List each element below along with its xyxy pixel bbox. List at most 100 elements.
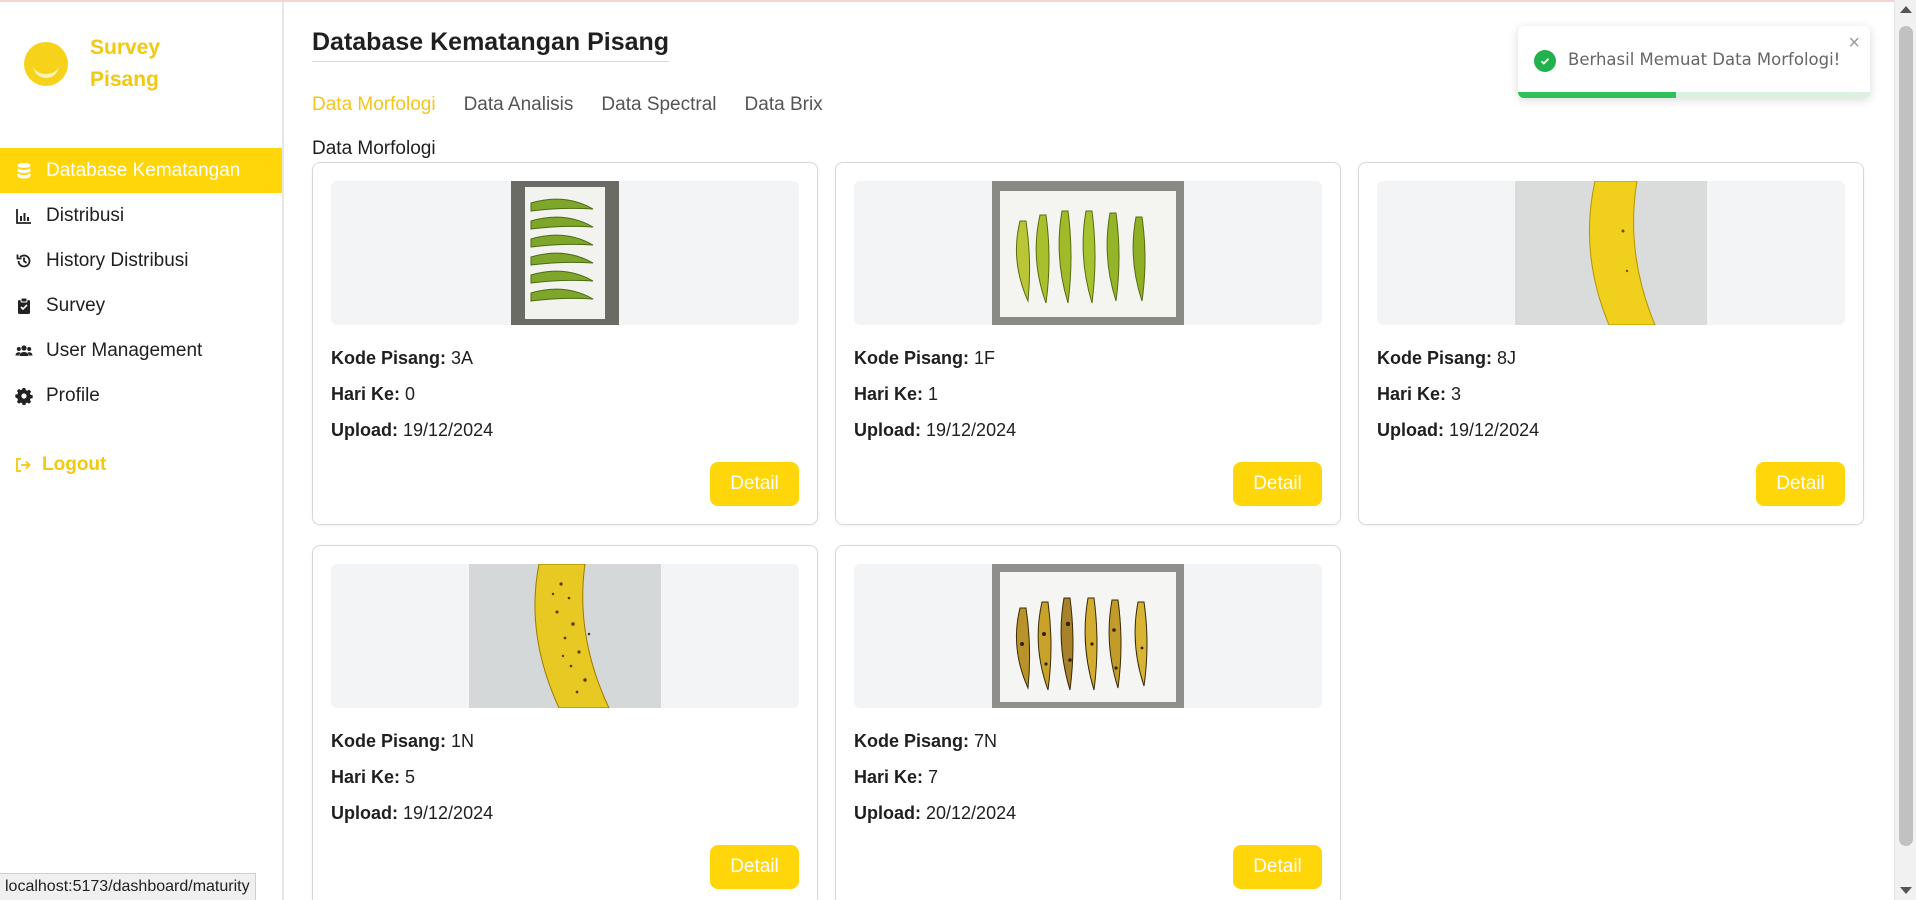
section-title: Data Morfologi: [312, 138, 436, 159]
banana-photo[interactable]: [469, 564, 661, 708]
detail-button[interactable]: Detail: [1233, 462, 1322, 506]
upload-row: Upload: 19/12/2024: [1377, 419, 1539, 455]
sidebar-item-distribusi[interactable]: Distribusi: [0, 193, 282, 238]
check-circle-icon: [1534, 50, 1556, 72]
sidebar-item-database-kematangan[interactable]: Database Kematangan: [0, 148, 282, 193]
card-image-container: [1377, 181, 1845, 325]
brand-line-2: Pisang: [90, 68, 159, 91]
card-image-container: [854, 181, 1322, 325]
hari-value: 7: [928, 767, 939, 787]
banana-card: Kode Pisang: 1F Hari Ke: 1 Upload: 19/12…: [835, 162, 1341, 525]
upload-value: 20/12/2024: [926, 803, 1017, 823]
sidebar-item-label: Profile: [46, 384, 100, 406]
scrollbar[interactable]: [1894, 0, 1916, 900]
kode-label: Kode Pisang:: [331, 348, 447, 368]
upload-row: Upload: 19/12/2024: [331, 802, 493, 838]
upload-label: Upload:: [1377, 420, 1444, 440]
toast-message: Berhasil Memuat Data Morfologi!: [1568, 50, 1841, 69]
page-title: Database Kematangan Pisang: [312, 28, 670, 62]
sidebar-item-label: Survey: [46, 294, 106, 316]
card-info: Kode Pisang: 8J Hari Ke: 3 Upload: 19/12…: [1377, 347, 1539, 455]
sidebar-item-history-distribusi[interactable]: History Distribusi: [0, 238, 282, 283]
tab-data-spectral[interactable]: Data Spectral: [601, 94, 716, 116]
kode-value: 1N: [451, 731, 475, 751]
kode-row: Kode Pisang: 8J: [1377, 347, 1539, 383]
banana-photo[interactable]: [511, 181, 619, 325]
card-info: Kode Pisang: 1N Hari Ke: 5 Upload: 19/12…: [331, 730, 493, 838]
brand-line-1: Survey: [90, 36, 161, 59]
tab-data-morfologi[interactable]: Data Morfologi: [312, 94, 436, 116]
kode-row: Kode Pisang: 3A: [331, 347, 493, 383]
sidebar: Survey Pisang Database Kematangan Distri…: [0, 2, 284, 900]
upload-label: Upload:: [854, 803, 921, 823]
kode-value: 1F: [974, 348, 996, 368]
hari-label: Hari Ke:: [331, 767, 401, 787]
history-icon: [14, 251, 34, 271]
tab-data-brix[interactable]: Data Brix: [745, 94, 823, 116]
logout-label: Logout: [42, 454, 107, 475]
hari-label: Hari Ke:: [331, 384, 401, 404]
hari-row: Hari Ke: 1: [854, 383, 1016, 419]
hari-row: Hari Ke: 3: [1377, 383, 1539, 419]
card-image-container: [854, 564, 1322, 708]
card-image-container: [331, 564, 799, 708]
brand[interactable]: Survey Pisang: [24, 32, 160, 96]
upload-label: Upload:: [331, 420, 398, 440]
hari-row: Hari Ke: 0: [331, 383, 493, 419]
chart-icon: [14, 206, 34, 226]
sidebar-item-profile[interactable]: Profile: [0, 373, 282, 418]
window-top-border: [0, 0, 1916, 2]
detail-button[interactable]: Detail: [710, 462, 799, 506]
hari-row: Hari Ke: 5: [331, 766, 493, 802]
hari-value: 1: [928, 384, 939, 404]
kode-value: 8J: [1497, 348, 1517, 368]
sidebar-item-user-management[interactable]: User Management: [0, 328, 282, 373]
banana-card: Kode Pisang: 8J Hari Ke: 3 Upload: 19/12…: [1358, 162, 1864, 525]
banana-card: Kode Pisang: 1N Hari Ke: 5 Upload: 19/12…: [312, 545, 818, 900]
kode-label: Kode Pisang:: [854, 731, 970, 751]
logout-button[interactable]: Logout: [14, 454, 106, 476]
database-icon: [14, 161, 34, 181]
card-info: Kode Pisang: 7N Hari Ke: 7 Upload: 20/12…: [854, 730, 1016, 838]
upload-label: Upload:: [331, 803, 398, 823]
scroll-down-icon[interactable]: [1900, 887, 1912, 894]
upload-row: Upload: 20/12/2024: [854, 802, 1016, 838]
users-icon: [14, 341, 34, 361]
upload-value: 19/12/2024: [403, 420, 494, 440]
hari-row: Hari Ke: 7: [854, 766, 1016, 802]
detail-button[interactable]: Detail: [1756, 462, 1845, 506]
kode-value: 7N: [974, 731, 998, 751]
kode-label: Kode Pisang:: [331, 731, 447, 751]
clipboard-icon: [14, 296, 34, 316]
toast-progress-bar: [1518, 92, 1870, 98]
scroll-up-icon[interactable]: [1900, 6, 1912, 13]
hari-value: 3: [1451, 384, 1462, 404]
toast-notification: Berhasil Memuat Data Morfologi! ×: [1518, 26, 1870, 98]
scroll-thumb[interactable]: [1899, 26, 1913, 846]
upload-row: Upload: 19/12/2024: [854, 419, 1016, 455]
toast-progress-fill: [1518, 92, 1677, 98]
detail-button[interactable]: Detail: [710, 845, 799, 889]
kode-row: Kode Pisang: 7N: [854, 730, 1016, 766]
detail-button[interactable]: Detail: [1233, 845, 1322, 889]
hari-value: 5: [405, 767, 416, 787]
status-url: localhost:5173/dashboard/maturity: [0, 873, 256, 900]
sidebar-item-survey[interactable]: Survey: [0, 283, 282, 328]
close-icon[interactable]: ×: [1848, 32, 1860, 55]
card-info: Kode Pisang: 3A Hari Ke: 0 Upload: 19/12…: [331, 347, 493, 455]
upload-row: Upload: 19/12/2024: [331, 419, 493, 455]
hari-label: Hari Ke:: [854, 767, 924, 787]
sidebar-item-label: Distribusi: [46, 204, 125, 226]
upload-value: 19/12/2024: [403, 803, 494, 823]
kode-row: Kode Pisang: 1F: [854, 347, 1016, 383]
tab-data-analisis[interactable]: Data Analisis: [464, 94, 574, 116]
banana-photo[interactable]: [992, 564, 1184, 708]
banana-card: Kode Pisang: 3A Hari Ke: 0 Upload: 19/12…: [312, 162, 818, 525]
sidebar-item-label: User Management: [46, 339, 203, 361]
banana-photo[interactable]: [1515, 181, 1707, 325]
card-info: Kode Pisang: 1F Hari Ke: 1 Upload: 19/12…: [854, 347, 1016, 455]
sidebar-item-label: Database Kematangan: [46, 159, 241, 181]
banana-photo[interactable]: [992, 181, 1184, 325]
hari-label: Hari Ke:: [1377, 384, 1447, 404]
card-grid: Kode Pisang: 3A Hari Ke: 0 Upload: 19/12…: [312, 162, 1864, 900]
